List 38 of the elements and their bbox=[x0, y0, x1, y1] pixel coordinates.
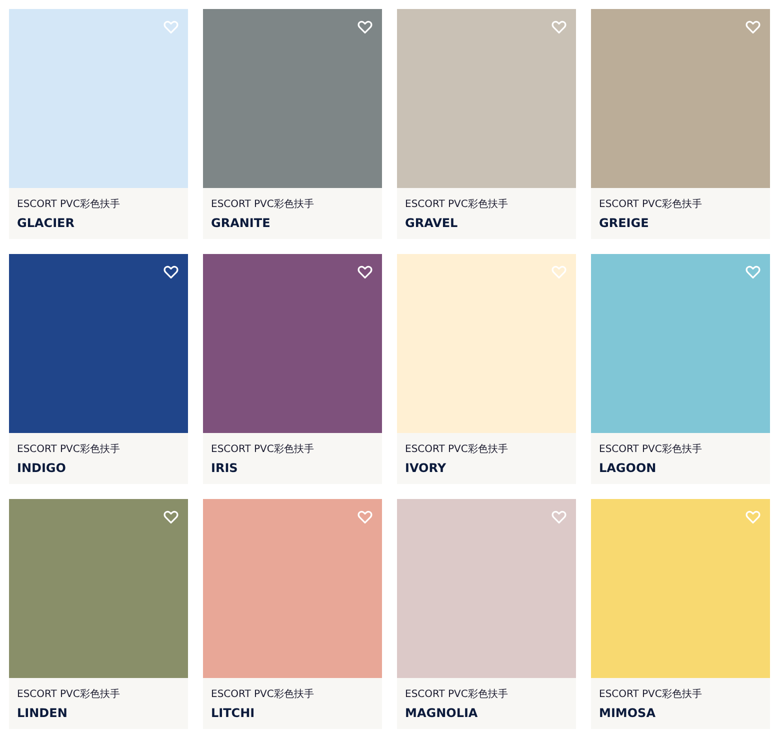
color-swatch[interactable] bbox=[397, 254, 576, 433]
heart-icon[interactable] bbox=[357, 264, 373, 280]
product-name[interactable]: GLACIER bbox=[17, 216, 74, 231]
product-subtitle: ESCORT PVC彩色扶手 bbox=[17, 443, 120, 456]
product-name[interactable]: IVORY bbox=[405, 461, 446, 476]
product-subtitle: ESCORT PVC彩色扶手 bbox=[17, 688, 120, 701]
product-subtitle: ESCORT PVC彩色扶手 bbox=[211, 198, 314, 211]
color-swatch[interactable] bbox=[9, 499, 188, 678]
product-subtitle: ESCORT PVC彩色扶手 bbox=[405, 443, 508, 456]
color-swatch[interactable] bbox=[9, 9, 188, 188]
product-name[interactable]: IRIS bbox=[211, 461, 238, 476]
heart-icon[interactable] bbox=[163, 264, 179, 280]
product-name[interactable]: GRAVEL bbox=[405, 216, 458, 231]
color-swatch[interactable] bbox=[591, 254, 770, 433]
product-subtitle: ESCORT PVC彩色扶手 bbox=[599, 443, 702, 456]
product-name[interactable]: LITCHI bbox=[211, 706, 255, 721]
product-subtitle: ESCORT PVC彩色扶手 bbox=[599, 688, 702, 701]
product-subtitle: ESCORT PVC彩色扶手 bbox=[405, 688, 508, 701]
color-swatch[interactable] bbox=[591, 9, 770, 188]
product-name[interactable]: GRANITE bbox=[211, 216, 270, 231]
product-name[interactable]: INDIGO bbox=[17, 461, 66, 476]
color-swatch[interactable] bbox=[203, 499, 382, 678]
color-swatch[interactable] bbox=[203, 9, 382, 188]
color-swatch[interactable] bbox=[397, 9, 576, 188]
product-name[interactable]: LINDEN bbox=[17, 706, 68, 721]
color-swatch[interactable] bbox=[203, 254, 382, 433]
color-swatch[interactable] bbox=[591, 499, 770, 678]
product-subtitle: ESCORT PVC彩色扶手 bbox=[211, 688, 314, 701]
product-name[interactable]: LAGOON bbox=[599, 461, 656, 476]
color-swatch[interactable] bbox=[397, 499, 576, 678]
product-name[interactable]: MAGNOLIA bbox=[405, 706, 478, 721]
product-subtitle: ESCORT PVC彩色扶手 bbox=[405, 198, 508, 211]
product-subtitle: ESCORT PVC彩色扶手 bbox=[17, 198, 120, 211]
product-name[interactable]: GREIGE bbox=[599, 216, 649, 231]
color-swatch[interactable] bbox=[9, 254, 188, 433]
product-name[interactable]: MIMOSA bbox=[599, 706, 656, 721]
product-subtitle: ESCORT PVC彩色扶手 bbox=[211, 443, 314, 456]
product-subtitle: ESCORT PVC彩色扶手 bbox=[599, 198, 702, 211]
